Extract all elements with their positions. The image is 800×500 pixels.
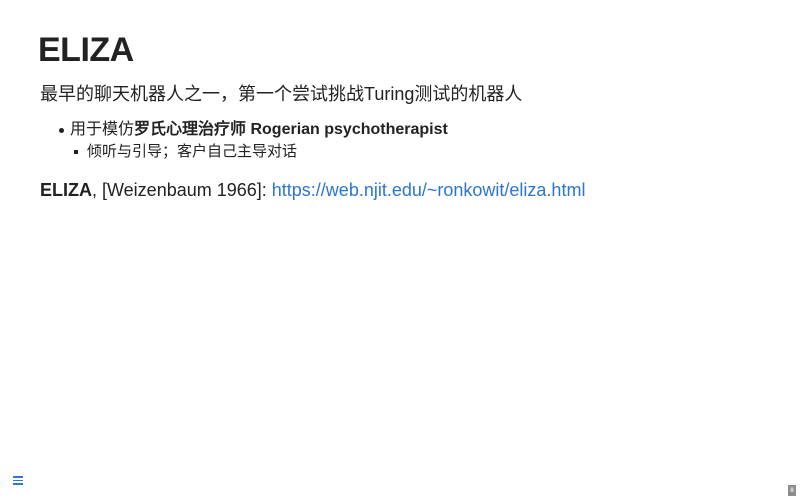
menu-bar: [13, 479, 23, 482]
bullet-list: 用于模仿罗氏心理治疗师 Rogerian psychotherapist 倾听与…: [40, 118, 448, 162]
bullet-item: 用于模仿罗氏心理治疗师 Rogerian psychotherapist 倾听与…: [40, 118, 448, 162]
bullet-prefix: 用于模仿: [70, 121, 135, 138]
reference-link[interactable]: https://web.njit.edu/~ronkowit/eliza.htm…: [272, 180, 586, 200]
page-number-badge: 8: [788, 485, 796, 496]
hamburger-menu-icon[interactable]: [11, 473, 25, 487]
reference-citation: , [Weizenbaum 1966]:: [92, 180, 272, 200]
menu-bar: [13, 476, 23, 478]
slide: ELIZA 最早的聊天机器人之一，第一个尝试挑战Turing测试的机器人 用于模…: [0, 0, 800, 500]
sub-bullet-list: 倾听与引导；客户自己主导对话: [70, 142, 448, 162]
slide-title: ELIZA: [38, 31, 134, 69]
reference-line: ELIZA, [Weizenbaum 1966]: https://web.nj…: [40, 178, 585, 202]
slide-subtitle: 最早的聊天机器人之一，第一个尝试挑战Turing测试的机器人: [40, 84, 523, 104]
menu-bar: [13, 483, 23, 485]
reference-name: ELIZA: [40, 180, 92, 200]
sub-bullet-item: 倾听与引导；客户自己主导对话: [70, 142, 448, 162]
bullet-emphasis: 罗氏心理治疗师 Rogerian psychotherapist: [134, 121, 448, 138]
